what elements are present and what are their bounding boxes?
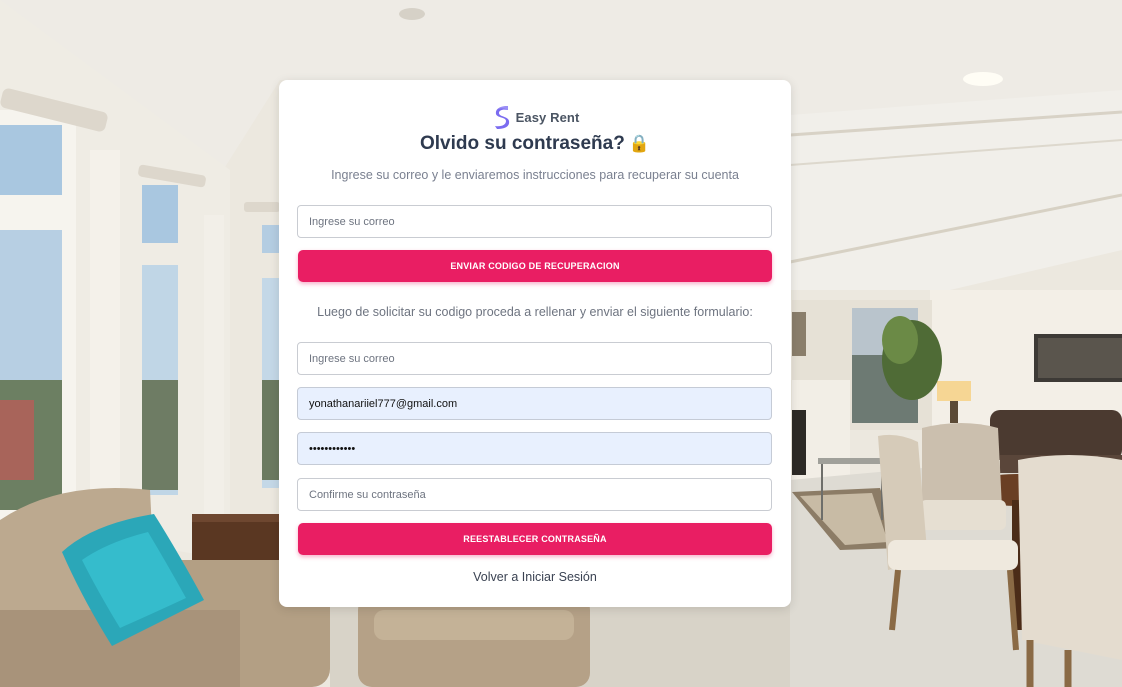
brand-name: Easy Rent — [515, 109, 580, 125]
recovery-code-input[interactable] — [297, 387, 772, 420]
page-subtitle: Ingrese su correo y le enviaremos instru… — [331, 168, 739, 182]
reset-password-button[interactable]: REESTABLECER CONTRASEÑA — [298, 523, 772, 555]
s-logo-icon — [494, 106, 509, 129]
reset-instructions: Luego de solicitar su codigo proceda a r… — [317, 305, 753, 319]
password-recovery-card: Easy Rent Olvido su contraseña? 🔒 Ingrese… — [279, 80, 791, 607]
page-title-text: Olvido su contraseña? — [420, 133, 625, 154]
confirm-password-input[interactable] — [297, 478, 772, 511]
back-to-login-link[interactable]: Volver a Iniciar Sesión — [279, 570, 791, 584]
lock-icon: 🔒 — [628, 134, 650, 153]
send-recovery-code-button[interactable]: ENVIAR CODIGO DE RECUPERACION — [298, 250, 772, 282]
reset-email-input[interactable] — [297, 342, 772, 375]
page-title: Olvido su contraseña? 🔒 — [279, 133, 791, 155]
brand-header: Easy Rent — [279, 104, 791, 130]
new-password-input[interactable] — [297, 432, 772, 465]
recovery-email-input[interactable] — [297, 205, 772, 238]
